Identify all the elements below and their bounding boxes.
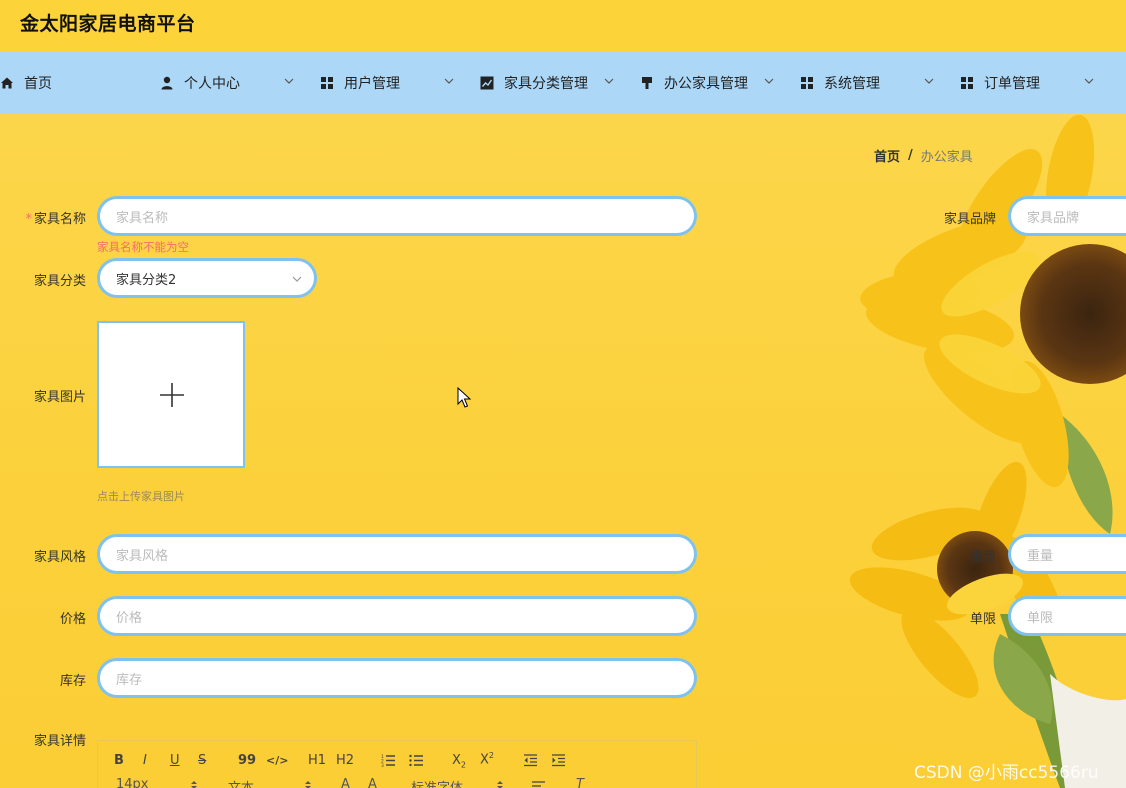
- nav-item-personal-center[interactable]: 个人中心: [160, 52, 294, 114]
- block-type-select[interactable]: 文本: [228, 777, 254, 788]
- brand-input[interactable]: 家具品牌: [1008, 196, 1126, 236]
- bullet-list-icon[interactable]: [409, 753, 424, 768]
- nav-item-label: 订单管理: [984, 76, 1040, 92]
- nav-item-home[interactable]: 首页: [0, 52, 52, 114]
- nav-item-label: 家具分类管理: [504, 76, 588, 92]
- app-title: 金太阳家居电商平台: [20, 13, 196, 35]
- chart-icon: [480, 76, 494, 90]
- updown-icon: [191, 781, 197, 788]
- blockquote-button[interactable]: 99: [238, 753, 256, 768]
- superscript-button[interactable]: X2: [480, 751, 494, 767]
- outdent-icon[interactable]: [523, 754, 538, 767]
- nav-item-label: 首页: [24, 76, 52, 92]
- watermark: CSDN @小雨cc5566ru: [914, 763, 1099, 783]
- category-select-value: 家具分类2: [116, 272, 177, 288]
- updown-icon: [497, 781, 503, 788]
- chevron-down-icon: [444, 78, 454, 84]
- nav-item-label: 个人中心: [184, 76, 240, 92]
- brand-label: 家具品牌: [943, 212, 996, 227]
- weight-label: 重量: [969, 550, 996, 565]
- breadcrumb-home[interactable]: 首页: [874, 146, 900, 165]
- name-label: * 家具名称: [25, 212, 86, 227]
- name-input[interactable]: 家具名称: [97, 196, 697, 236]
- breadcrumb: 首页 / 办公家具: [874, 146, 973, 165]
- ordered-list-icon[interactable]: 123: [381, 753, 396, 768]
- image-upload-button[interactable]: [97, 321, 245, 468]
- code-button[interactable]: </>: [266, 754, 288, 767]
- breadcrumb-current: 办公家具: [920, 150, 973, 165]
- font-family-select[interactable]: 标准字体: [411, 777, 463, 788]
- nav-item-office-furniture[interactable]: 办公家具管理: [640, 52, 774, 114]
- indent-icon[interactable]: [551, 754, 566, 767]
- upload-tip: 点击上传家具图片: [97, 490, 185, 503]
- limit-input[interactable]: 单限: [1008, 596, 1126, 636]
- image-label: 家具图片: [33, 390, 86, 405]
- strike-button[interactable]: S: [198, 753, 206, 768]
- style-label: 家具风格: [33, 550, 86, 565]
- brush-icon: [642, 77, 652, 89]
- grid-icon: [961, 77, 973, 89]
- chevron-down-icon: [292, 276, 302, 282]
- updown-icon: [305, 781, 311, 788]
- chevron-down-icon: [1084, 78, 1094, 84]
- rich-text-editor[interactable]: B I U S 99 </> H1 H2 123 X2 X2 14px 文本 A…: [97, 740, 697, 788]
- category-label: 家具分类: [33, 274, 86, 289]
- app-header: 金太阳家居电商平台: [0, 0, 1126, 52]
- breadcrumb-separator: /: [908, 148, 913, 163]
- clear-format-button[interactable]: T: [576, 777, 584, 788]
- align-icon[interactable]: [531, 780, 546, 788]
- bold-button[interactable]: B: [114, 753, 124, 768]
- nav-item-user-management[interactable]: 用户管理: [320, 52, 454, 114]
- stock-label: 库存: [59, 674, 86, 689]
- category-select[interactable]: 家具分类2: [97, 258, 317, 298]
- nav-item-label: 用户管理: [344, 76, 400, 92]
- details-label: 家具详情: [33, 734, 86, 749]
- nav-item-category-management[interactable]: 家具分类管理: [480, 52, 614, 114]
- background-color-button[interactable]: A: [368, 777, 377, 788]
- style-input[interactable]: 家具风格: [97, 534, 697, 574]
- main-content: 首页 / 办公家具 * 家具名称 家具名称 家具名称不能为空 家具品牌 家具品牌 …: [0, 114, 1126, 788]
- chevron-down-icon: [924, 78, 934, 84]
- limit-label: 单限: [969, 612, 996, 627]
- user-icon: [161, 76, 173, 90]
- nav-item-label: 办公家具管理: [664, 76, 748, 92]
- italic-button[interactable]: I: [143, 753, 147, 768]
- subscript-button[interactable]: X2: [452, 753, 466, 770]
- top-nav: 首页 个人中心 用户管理 家具分类管理 办公家具管理 系统管理 订单管理: [0, 52, 1126, 114]
- h1-button[interactable]: H1: [308, 753, 326, 768]
- grid-icon: [801, 77, 813, 89]
- nav-item-label: 系统管理: [824, 76, 880, 92]
- font-color-button[interactable]: A: [341, 777, 350, 788]
- grid-icon: [321, 77, 333, 89]
- chevron-down-icon: [764, 78, 774, 84]
- font-size-select[interactable]: 14px: [116, 777, 149, 788]
- svg-text:3: 3: [381, 763, 384, 768]
- chevron-down-icon: [284, 78, 294, 84]
- stock-input[interactable]: 库存: [97, 658, 697, 698]
- underline-button[interactable]: U: [170, 753, 180, 768]
- price-label: 价格: [59, 612, 86, 627]
- nav-item-order-management[interactable]: 订单管理: [960, 52, 1094, 114]
- chevron-down-icon: [604, 78, 614, 84]
- home-icon: [1, 77, 13, 89]
- mouse-cursor-icon: [457, 387, 471, 408]
- price-input[interactable]: 价格: [97, 596, 697, 636]
- required-mark: *: [25, 212, 32, 227]
- plus-icon: [160, 383, 184, 407]
- name-error-message: 家具名称不能为空: [97, 240, 189, 254]
- h2-button[interactable]: H2: [336, 753, 354, 768]
- nav-item-system-management[interactable]: 系统管理: [800, 52, 934, 114]
- weight-input[interactable]: 重量: [1008, 534, 1126, 574]
